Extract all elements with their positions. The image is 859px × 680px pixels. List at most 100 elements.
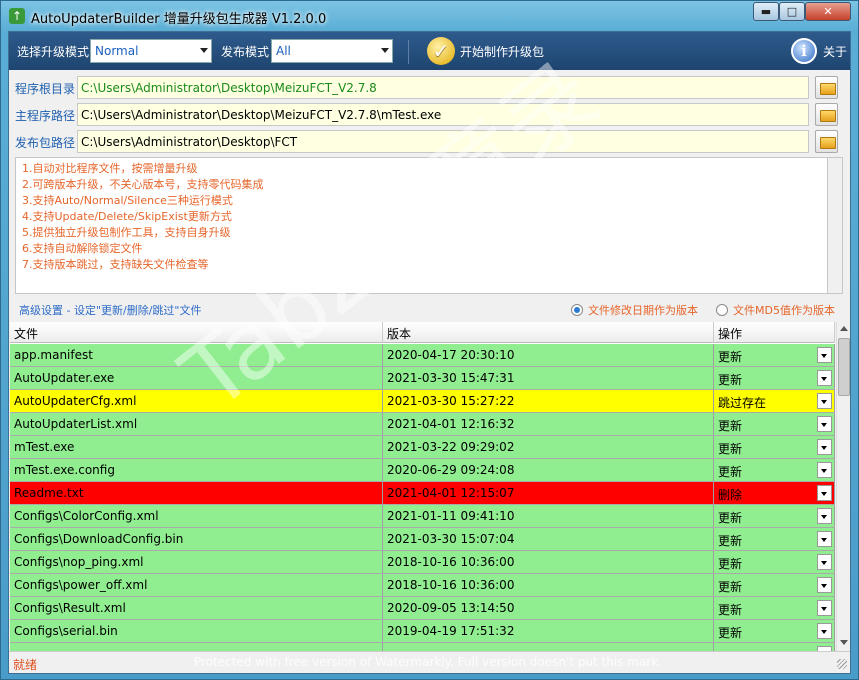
col-header-operation[interactable]: 操作 [714, 322, 835, 343]
radio-date-option[interactable]: 文件修改日期作为版本 [571, 302, 698, 318]
cell-file[interactable]: Configs\power_off.xml [10, 574, 383, 596]
cell-file[interactable]: Configs\nop_ping.xml [10, 551, 383, 573]
grid-scrollbar[interactable] [836, 322, 850, 651]
table-row[interactable]: Configs\ColorConfig.xml 2021-01-11 09:41:… [10, 505, 835, 528]
cell-version[interactable]: 2020-09-05 13:14:50 [383, 597, 714, 619]
chevron-down-icon[interactable] [817, 600, 832, 616]
table-row[interactable]: mTest.exe.config 2020-06-29 09:24:08 更新 [10, 459, 835, 482]
col-header-version[interactable]: 版本 [383, 322, 714, 343]
description-scrollbar[interactable] [828, 157, 843, 294]
table-row[interactable] [10, 643, 835, 651]
about-button[interactable]: 关于 [823, 43, 847, 60]
cell-operation-select[interactable]: 更新 [714, 459, 835, 481]
cell-version[interactable]: 2021-01-11 09:41:10 [383, 505, 714, 527]
table-row[interactable]: Configs\DownloadConfig.bin 2021-03-30 15:… [10, 528, 835, 551]
chevron-down-icon[interactable] [817, 623, 832, 639]
radio-button[interactable] [716, 304, 728, 316]
scroll-up-icon[interactable] [840, 326, 848, 331]
cell-version[interactable]: 2020-06-29 09:24:08 [383, 459, 714, 481]
cell-file[interactable]: mTest.exe.config [10, 459, 383, 481]
table-row[interactable]: AutoUpdaterCfg.xml 2021-03-30 15:27:22 跳过存… [10, 390, 835, 413]
chevron-down-icon[interactable] [817, 347, 832, 363]
cell-operation-select[interactable]: 跳过存在 [714, 390, 835, 412]
cell-file[interactable]: Readme.txt [10, 482, 383, 504]
table-row[interactable]: Configs\power_off.xml 2018-10-16 10:36:00… [10, 574, 835, 597]
chevron-down-icon[interactable] [817, 462, 832, 478]
chevron-down-icon[interactable] [817, 370, 832, 386]
cell-file[interactable]: Configs\Result.xml [10, 597, 383, 619]
scroll-down-icon[interactable] [840, 640, 848, 645]
cell-version[interactable]: 2018-10-16 10:36:00 [383, 574, 714, 596]
cell-version[interactable]: 2021-04-01 12:16:32 [383, 413, 714, 435]
cell-operation-select[interactable]: 更新 [714, 344, 835, 366]
table-row[interactable]: Configs\nop_ping.xml 2018-10-16 10:36:00 更… [10, 551, 835, 574]
chevron-down-icon[interactable] [817, 531, 832, 547]
folder-icon[interactable] [815, 76, 838, 99]
info-icon[interactable]: i [791, 38, 817, 64]
cell-file[interactable]: Configs\DownloadConfig.bin [10, 528, 383, 550]
radio-button-checked[interactable] [571, 304, 583, 316]
cell-file[interactable]: Configs\serial.bin [10, 620, 383, 642]
folder-icon[interactable] [815, 130, 838, 153]
minimize-button[interactable]: ▬ [753, 2, 779, 21]
cell-operation-select[interactable]: 更新 [714, 436, 835, 458]
cell-operation-select[interactable]: 更新 [714, 505, 835, 527]
chevron-down-icon[interactable] [817, 439, 832, 455]
cell-version[interactable] [383, 643, 714, 651]
chevron-down-icon[interactable] [817, 485, 832, 501]
radio-md5-option[interactable]: 文件MD5值作为版本 [716, 302, 835, 318]
table-row[interactable]: AutoUpdater.exe 2021-03-30 15:47:31 更新 [10, 367, 835, 390]
cell-operation-select[interactable]: 更新 [714, 528, 835, 550]
cell-file[interactable]: AutoUpdater.exe [10, 367, 383, 389]
cell-operation-select[interactable]: 更新 [714, 413, 835, 435]
table-row[interactable]: Configs\Result.xml 2020-09-05 13:14:50 更新 [10, 597, 835, 620]
col-header-file[interactable]: 文件 [10, 322, 383, 343]
cell-version[interactable]: 2021-04-01 12:15:07 [383, 482, 714, 504]
publish-dir-input[interactable]: C:\Users\Administrator\Desktop\FCT [77, 130, 809, 153]
cell-file[interactable] [10, 643, 383, 651]
cell-version[interactable]: 2020-04-17 20:30:10 [383, 344, 714, 366]
main-exe-input[interactable]: C:\Users\Administrator\Desktop\MeizuFCT_… [77, 103, 809, 126]
cell-version[interactable]: 2021-03-22 09:29:02 [383, 436, 714, 458]
chevron-down-icon[interactable] [817, 554, 832, 570]
title-bar[interactable]: ↑ AutoUpdaterBuilder 增量升级包生成器 V1.2.0.0 ▬… [1, 1, 858, 31]
cell-operation-select[interactable]: 更新 [714, 551, 835, 573]
cell-version[interactable]: 2018-10-16 10:36:00 [383, 551, 714, 573]
upgrade-mode-select[interactable]: Normal [90, 39, 212, 63]
resize-grip-icon[interactable] [837, 659, 847, 669]
advanced-settings-link[interactable]: 高级设置 - 设定"更新/删除/跳过"文件 [19, 302, 202, 318]
table-row[interactable]: app.manifest 2020-04-17 20:30:10 更新 [10, 344, 835, 367]
cell-file[interactable]: mTest.exe [10, 436, 383, 458]
chevron-down-icon[interactable] [817, 393, 832, 409]
table-row[interactable]: Readme.txt 2021-04-01 12:15:07 删除 [10, 482, 835, 505]
cell-file[interactable]: AutoUpdaterList.xml [10, 413, 383, 435]
cell-operation-select[interactable]: 更新 [714, 620, 835, 642]
cell-version[interactable]: 2019-04-19 17:51:32 [383, 620, 714, 642]
cell-operation-select[interactable]: 更新 [714, 574, 835, 596]
chevron-down-icon[interactable] [817, 416, 832, 432]
cell-operation-select[interactable]: 更新 [714, 597, 835, 619]
cell-operation-select[interactable] [714, 643, 835, 651]
scroll-thumb[interactable] [838, 338, 850, 396]
cell-file[interactable]: AutoUpdaterCfg.xml [10, 390, 383, 412]
chevron-down-icon[interactable] [817, 577, 832, 593]
chevron-down-icon[interactable] [817, 508, 832, 524]
start-build-button[interactable]: 开始制作升级包 [460, 43, 544, 60]
cell-operation-select[interactable]: 删除 [714, 482, 835, 504]
cell-file[interactable]: app.manifest [10, 344, 383, 366]
description-textarea[interactable]: 1.自动对比程序文件，按需增量升级 2.可跨版本升级，不关心版本号，支持零代码集… [15, 157, 828, 294]
root-dir-input[interactable]: C:\Users\Administrator\Desktop\MeizuFCT_… [77, 76, 809, 99]
checkmark-icon[interactable]: ✓ [427, 37, 455, 65]
cell-version[interactable]: 2021-03-30 15:47:31 [383, 367, 714, 389]
close-button[interactable]: ✕ [805, 2, 851, 21]
folder-icon[interactable] [815, 103, 838, 126]
cell-version[interactable]: 2021-03-30 15:07:04 [383, 528, 714, 550]
table-row[interactable]: mTest.exe 2021-03-22 09:29:02 更新 [10, 436, 835, 459]
table-row[interactable]: Configs\serial.bin 2019-04-19 17:51:32 更新 [10, 620, 835, 643]
cell-file[interactable]: Configs\ColorConfig.xml [10, 505, 383, 527]
cell-operation-select[interactable]: 更新 [714, 367, 835, 389]
table-row[interactable]: AutoUpdaterList.xml 2021-04-01 12:16:32 更新 [10, 413, 835, 436]
publish-mode-select[interactable]: All [271, 39, 393, 63]
cell-version[interactable]: 2021-03-30 15:27:22 [383, 390, 714, 412]
maximize-button[interactable]: □ [779, 2, 805, 21]
